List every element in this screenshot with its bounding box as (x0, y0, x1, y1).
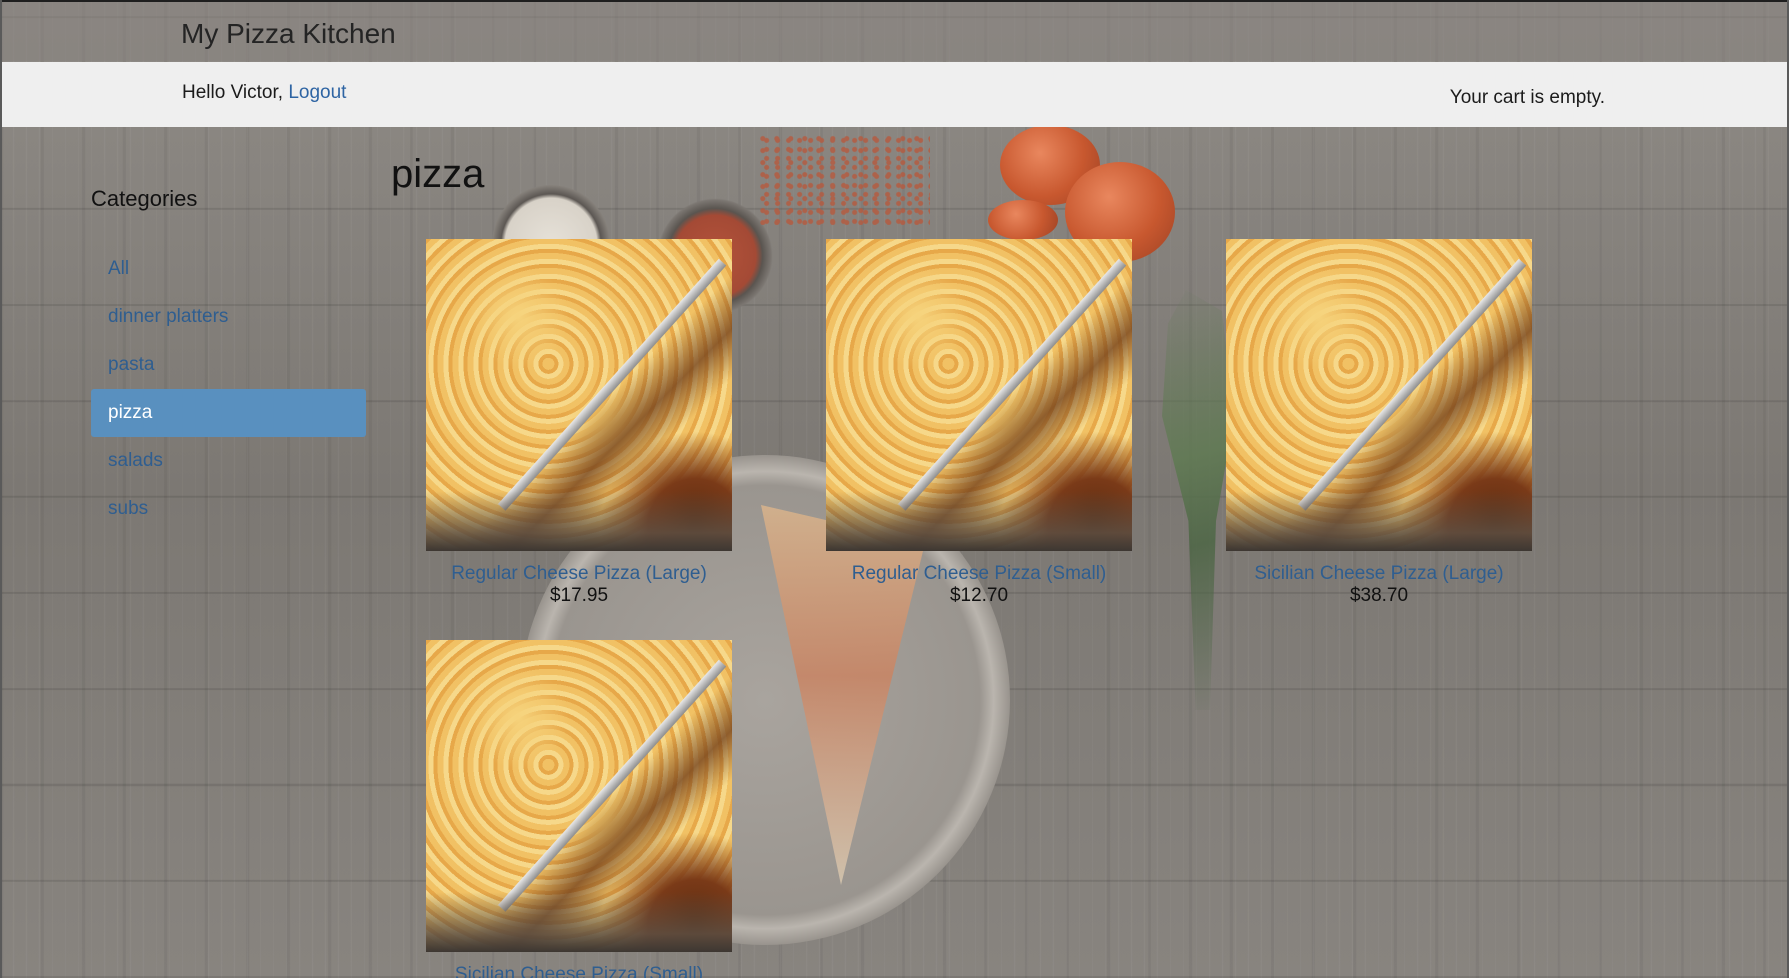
site-brand[interactable]: My Pizza Kitchen (181, 18, 396, 50)
product-name-link[interactable]: Regular Cheese Pizza (Large) (386, 563, 772, 585)
background-chili-flakes (760, 135, 930, 225)
product-name-link[interactable]: Sicilian Cheese Pizza (Large) (1186, 563, 1572, 585)
category-all[interactable]: All (91, 245, 366, 293)
product-name-link[interactable]: Sicilian Cheese Pizza (Small) (386, 964, 772, 978)
product-name-link[interactable]: Regular Cheese Pizza (Small) (786, 563, 1172, 585)
product-image[interactable] (826, 239, 1132, 551)
categories-sidebar: Categories All dinner platters pasta piz… (91, 186, 366, 533)
category-pasta[interactable]: pasta (91, 341, 366, 389)
category-dinner-platters[interactable]: dinner platters (91, 293, 366, 341)
cart-status: Your cart is empty. (1449, 87, 1605, 108)
category-pizza[interactable]: pizza (91, 389, 366, 437)
product-price: $12.70 (949, 585, 1009, 606)
category-subs[interactable]: subs (91, 485, 366, 533)
greeting-text: Hello Victor, (182, 82, 284, 103)
page-title: pizza (391, 152, 485, 196)
user-bar: Hello Victor, Logout Your cart is empty. (2, 62, 1787, 127)
window-left-border (0, 0, 2, 978)
logout-link[interactable]: Logout (288, 82, 346, 103)
user-greeting: Hello Victor, Logout (182, 82, 346, 104)
site-header: My Pizza Kitchen (2, 2, 1787, 61)
product-price: $38.70 (1349, 585, 1409, 606)
product-image[interactable] (1226, 239, 1532, 551)
product-image[interactable] (426, 640, 732, 952)
product-price: $17.95 (549, 585, 609, 606)
product-image[interactable] (426, 239, 732, 551)
category-salads[interactable]: salads (91, 437, 366, 485)
background-tomato (988, 200, 1058, 240)
categories-heading: Categories (91, 186, 198, 211)
